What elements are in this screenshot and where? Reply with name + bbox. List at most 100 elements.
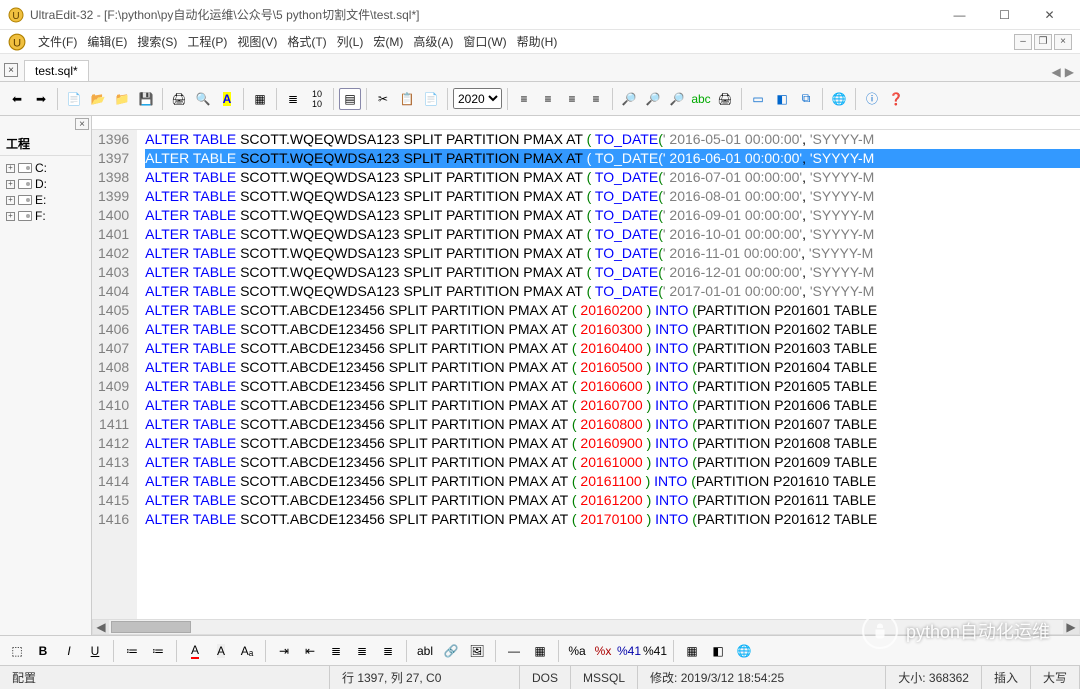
scroll-thumb[interactable] — [111, 621, 191, 633]
code-line[interactable]: ALTER TABLE SCOTT.ABCDE123456 SPLIT PART… — [145, 415, 1080, 434]
align-btn-button[interactable]: ≣ — [351, 640, 373, 662]
code-line[interactable]: ALTER TABLE SCOTT.ABCDE123456 SPLIT PART… — [145, 301, 1080, 320]
percent-41-alt-button[interactable]: %41 — [644, 640, 666, 662]
menu-file[interactable]: 文件(F) — [34, 31, 81, 52]
close-all-button[interactable]: × — [4, 63, 18, 77]
link-button[interactable]: 🔗 — [440, 640, 462, 662]
code-line[interactable]: ALTER TABLE SCOTT.WQEQWDSA123 SPLIT PART… — [145, 225, 1080, 244]
drive-item[interactable]: +C: — [2, 160, 89, 176]
find-files-button[interactable]: abc — [690, 88, 712, 110]
list-ol-button[interactable]: ≔ — [147, 640, 169, 662]
paste-button[interactable]: 📄 — [420, 88, 442, 110]
code-editor[interactable]: 1396139713981399140014011402140314041405… — [92, 130, 1080, 619]
align-right-button[interactable]: ≡ — [561, 88, 583, 110]
file-tab[interactable]: test.sql* — [24, 60, 89, 81]
toggle-bookmark-button[interactable]: ≣ — [282, 88, 304, 110]
drive-item[interactable]: +E: — [2, 192, 89, 208]
close-file-button[interactable]: 📁 — [111, 88, 133, 110]
bold-button[interactable]: B — [32, 640, 54, 662]
expand-icon[interactable]: + — [6, 212, 15, 221]
tab-scroll-right-icon[interactable]: ▶ — [1065, 65, 1074, 79]
code-line[interactable]: ALTER TABLE SCOTT.WQEQWDSA123 SPLIT PART… — [145, 130, 1080, 149]
scroll-left-icon[interactable]: ◀ — [93, 620, 109, 634]
menu-project[interactable]: 工程(P) — [183, 31, 231, 52]
code-line[interactable]: ALTER TABLE SCOTT.WQEQWDSA123 SPLIT PART… — [145, 187, 1080, 206]
wrap-button[interactable]: ▤ — [339, 88, 361, 110]
menu-edit[interactable]: 编辑(E) — [83, 31, 131, 52]
web-button[interactable]: 🌐 — [828, 88, 850, 110]
sidebar-close-button[interactable]: × — [75, 118, 89, 130]
highlight-button[interactable]: A — [216, 88, 238, 110]
close-button[interactable]: ✕ — [1027, 1, 1072, 29]
percent-button[interactable]: %a — [566, 640, 588, 662]
code-line[interactable]: ALTER TABLE SCOTT.ABCDE123456 SPLIT PART… — [145, 472, 1080, 491]
color-swatch-button[interactable]: ▦ — [681, 640, 703, 662]
menu-view[interactable]: 视图(V) — [233, 31, 281, 52]
expand-icon[interactable]: + — [6, 164, 15, 173]
back-button[interactable]: ⬅ — [6, 88, 28, 110]
hex-button[interactable]: 1010 — [306, 88, 328, 110]
menu-advanced[interactable]: 高级(A) — [409, 31, 457, 52]
find-next-button[interactable]: 🔎 — [642, 88, 664, 110]
code-line[interactable]: ALTER TABLE SCOTT.ABCDE123456 SPLIT PART… — [145, 358, 1080, 377]
code-line[interactable]: ALTER TABLE SCOTT.ABCDE123456 SPLIT PART… — [145, 339, 1080, 358]
menu-macro[interactable]: 宏(M) — [369, 31, 407, 52]
heading-button[interactable]: ⬚ — [6, 640, 28, 662]
code-line[interactable]: ALTER TABLE SCOTT.WQEQWDSA123 SPLIT PART… — [145, 206, 1080, 225]
code-line[interactable]: ALTER TABLE SCOTT.ABCDE123456 SPLIT PART… — [145, 377, 1080, 396]
search-combo[interactable]: 2020 — [453, 88, 502, 109]
horizontal-scrollbar[interactable]: ◀ ▶ — [92, 619, 1080, 635]
table-button[interactable]: ▦ — [529, 640, 551, 662]
macro-button[interactable]: ▦ — [249, 88, 271, 110]
hr-button[interactable]: — — [503, 640, 525, 662]
preview-button[interactable]: 🔍 — [192, 88, 214, 110]
print-button[interactable]: 🖨 — [168, 88, 190, 110]
new-button[interactable]: 📄 — [63, 88, 85, 110]
scroll-right-icon[interactable]: ▶ — [1063, 620, 1079, 634]
menu-window[interactable]: 窗口(W) — [459, 31, 510, 52]
copy-button[interactable]: 📋 — [396, 88, 418, 110]
drive-item[interactable]: +F: — [2, 208, 89, 224]
code-line[interactable]: ALTER TABLE SCOTT.WQEQWDSA123 SPLIT PART… — [145, 149, 1080, 168]
maximize-button[interactable]: ☐ — [982, 1, 1027, 29]
code-line[interactable]: ALTER TABLE SCOTT.WQEQWDSA123 SPLIT PART… — [145, 244, 1080, 263]
mdi-close-button[interactable]: × — [1054, 34, 1072, 50]
settings-button[interactable]: ◧ — [707, 640, 729, 662]
list-ul-button[interactable]: ≔ — [121, 640, 143, 662]
code-line[interactable]: ALTER TABLE SCOTT.WQEQWDSA123 SPLIT PART… — [145, 263, 1080, 282]
print-selection-button[interactable]: 🖨 — [714, 88, 736, 110]
percent-x-button[interactable]: %x — [592, 640, 614, 662]
drive-item[interactable]: +D: — [2, 176, 89, 192]
drive-tree[interactable]: +C:+D:+E:+F: — [0, 156, 91, 635]
tab-scroll-left-icon[interactable]: ◀ — [1052, 65, 1061, 79]
status-syntax[interactable]: MSSQL — [571, 666, 638, 689]
code-line[interactable]: ALTER TABLE SCOTT.ABCDE123456 SPLIT PART… — [145, 510, 1080, 529]
code-line[interactable]: ALTER TABLE SCOTT.ABCDE123456 SPLIT PART… — [145, 320, 1080, 339]
code-line[interactable]: ALTER TABLE SCOTT.WQEQWDSA123 SPLIT PART… — [145, 282, 1080, 301]
percent-41-button[interactable]: %41 — [618, 640, 640, 662]
anchor-button[interactable]: abl — [414, 640, 436, 662]
open-button[interactable]: 📂 — [87, 88, 109, 110]
status-config[interactable]: 配置 — [0, 666, 330, 689]
globe2-button[interactable]: 🌐 — [733, 640, 755, 662]
tile-h-button[interactable]: ▭ — [747, 88, 769, 110]
code-line[interactable]: ALTER TABLE SCOTT.ABCDE123456 SPLIT PART… — [145, 434, 1080, 453]
code-line[interactable]: ALTER TABLE SCOTT.ABCDE123456 SPLIT PART… — [145, 453, 1080, 472]
replace-button[interactable]: 🔎 — [666, 88, 688, 110]
expand-icon[interactable]: + — [6, 180, 15, 189]
italic-button[interactable]: I — [58, 640, 80, 662]
bg-color-button[interactable]: A — [210, 640, 232, 662]
tile-v-button[interactable]: ◧ — [771, 88, 793, 110]
indent-button[interactable]: ⇥ — [273, 640, 295, 662]
help-button[interactable]: ❓ — [885, 88, 907, 110]
cascade-button[interactable]: ⧉ — [795, 88, 817, 110]
align-center-button[interactable]: ≡ — [537, 88, 559, 110]
menu-search[interactable]: 搜索(S) — [133, 31, 181, 52]
code-line[interactable]: ALTER TABLE SCOTT.ABCDE123456 SPLIT PART… — [145, 491, 1080, 510]
font-color-button[interactable]: A — [184, 640, 206, 662]
menu-help[interactable]: 帮助(H) — [513, 31, 562, 52]
align-justify-button[interactable]: ≡ — [585, 88, 607, 110]
status-insert[interactable]: 插入 — [982, 666, 1031, 689]
info-button[interactable]: ⓘ — [861, 88, 883, 110]
underline-button[interactable]: U — [84, 640, 106, 662]
